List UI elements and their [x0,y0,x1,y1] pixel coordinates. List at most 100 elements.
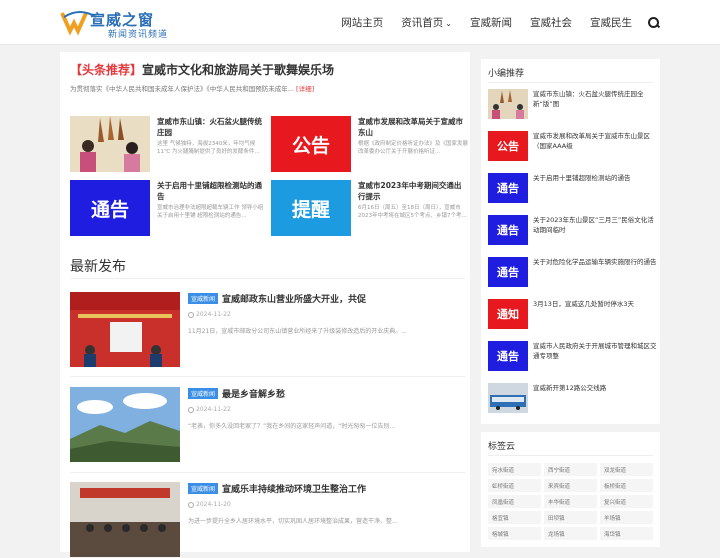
sidebar-item-text: 宣威市东山镇：火石盆火腿传统庄园全新“版”图 [533,90,644,108]
nav-home[interactable]: 网站主页 [341,15,383,30]
nav-news-home-label: 资讯首页 [401,17,444,29]
card-item[interactable]: 提醒 宣威市2023年中考期间交通出行提示 6月16日（周五）至18日（周日），… [271,180,468,238]
tag-item[interactable]: 复兴街道 [600,495,653,508]
tag-cloud: 标签云 宛水街道 西宁街道 双龙街道 虹桥街道 来宾街道 板桥街道 凤凰街道 丰… [481,432,660,547]
card-item[interactable]: 公告 宣威市发展和改革局关于宣威市东山 根据《政府制定价格听证办法》及《国家发展… [271,116,469,174]
search-icon[interactable] [648,16,660,29]
post-title[interactable]: 宣威邮政东山营业所盛大开业，共促 [222,292,366,305]
tag-item[interactable]: 丰华街道 [544,495,597,508]
sidebar-item[interactable]: 通知 3月13日，宣威这几处暂时停水3天 [488,299,658,331]
category-badge[interactable]: 宣威新闻 [188,388,219,399]
card-title[interactable]: 宣威市发展和改革局关于宣威市东山 [358,116,468,138]
card-thumb[interactable]: 公告 [271,116,351,172]
ham-photo [70,116,150,172]
sidebar-item[interactable]: 通告 宣威市人民政府关于开展城市管理和城区交通专项整 [488,341,658,373]
sidebar-thumb[interactable]: 通告 [488,257,528,287]
headline-more-link[interactable]: [详细] [296,85,314,93]
sidebar-thumb[interactable] [488,89,528,119]
sidebar-thumb[interactable]: 通告 [488,341,528,371]
tag-item[interactable]: 双龙街道 [600,463,653,476]
chevron-down-icon: ⌄ [445,19,452,28]
sidebar-title: 小编推荐 [488,69,525,79]
headline-title[interactable]: 【头条推荐】宣威市文化和旅游局关于歌舞娱乐场 [70,61,334,78]
card-thumb[interactable]: 提醒 [271,180,351,236]
tag-item[interactable]: 龙场镇 [544,527,597,540]
divider [70,472,465,473]
card-item[interactable]: 通告 关于启用十里铺超限检测站的通告 宣威市治理非法超限超载车辆工作 领导小组关… [70,180,265,238]
tag-item[interactable]: 西宁街道 [544,463,597,476]
headline-text: 宣威市文化和旅游局关于歌舞娱乐场 [142,63,335,77]
headline-desc-text: 为贯彻落实《中华人民共和国未成年人保护法》《中华人民共和国预防未成年... [70,85,294,93]
card-thumb[interactable]: 通告 [70,180,150,236]
divider [70,376,465,377]
tag-item[interactable]: 格宜镇 [488,511,541,524]
sidebar-thumb[interactable]: 通告 [488,173,528,203]
sidebar-item-text: 关于对危险化学品运输车辆实施限行的通告 [533,258,657,266]
nav-xuanwei-livelihood[interactable]: 宣威民生 [590,15,632,30]
clock-icon [188,311,194,318]
brand-tagline: 新闻资讯频道 [108,30,169,40]
sidebar-thumb[interactable]: 通告 [488,215,528,245]
post-item[interactable]: 宣威新闻 宣威邮政东山营业所盛大开业，共促 2024-11-22 11月21日，… [70,292,470,368]
sidebar-item-text: 宣威市人民政府关于开展城市管理和城区交通专项整 [533,342,657,360]
headline-desc: 为贯彻落实《中华人民共和国未成年人保护法》《中华人民共和国预防未成年... [详… [70,83,465,93]
post-excerpt: 为进一步提升全乡人居环境水平，切实巩固人居环境整治成果，营造干净、整... [188,518,398,525]
post-date: 2024-11-22 [188,406,231,413]
post-title[interactable]: 最是乡音解乡愁 [222,387,285,400]
headline-tag: 【头条推荐】 [70,63,143,77]
divider [70,278,465,279]
post-item[interactable]: 宣威新闻 宣威乐丰持续推动环境卫生整治工作 2024-11-20 为进一步提升全… [70,482,470,558]
nav-news-home[interactable]: 资讯首页 ⌄ [401,15,452,30]
clock-icon [188,501,194,508]
post-excerpt: 11月21日，宣威市邮政分公司东山镇营业所经来了升级装修改造后的开业庆典。... [188,328,407,335]
clock-icon [188,406,194,413]
post-image[interactable] [70,292,180,367]
latest-section-title: 最新发布 [70,259,126,275]
tag-item[interactable]: 榕城镇 [488,527,541,540]
card-title[interactable]: 宣威市东山镇：火石盆火腿传统庄园 [157,116,267,138]
nav-xuanwei-society[interactable]: 宣威社会 [530,15,572,30]
sidebar-item[interactable]: 通告 关于对危险化学品运输车辆实施限行的通告 [488,257,658,289]
sidebar-item[interactable]: 宣威市东山镇：火石盆火腿传统庄园全新“版”图 [488,89,658,121]
main-nav: 网站主页 资讯首页 ⌄ 宣威新闻 宣威社会 宣威民生 [323,0,660,45]
tag-item[interactable]: 羊场镇 [600,511,653,524]
sidebar-thumb[interactable]: 通知 [488,299,528,329]
post-date-text: 2024-11-22 [196,406,231,413]
post-image[interactable] [70,387,180,462]
card-desc: 根据《政府制定价格听证办法》及《国家发展改革委办公厅关于开展价格听证... [358,141,469,155]
top-header: 宣威之窗 新闻资讯频道 网站主页 资讯首页 ⌄ 宣威新闻 宣威社会 宣威民生 [0,0,720,45]
sidebar-item[interactable]: 宣威新开第12路公交线路 [488,383,658,415]
card-thumb[interactable] [70,116,150,172]
card-title[interactable]: 关于启用十里铺超限检测站的通告 [157,180,267,202]
post-image[interactable] [70,482,180,557]
post-title[interactable]: 宣威乐丰持续推动环境卫生整治工作 [222,482,366,495]
card-desc: 宣威市治理非法超限超载车辆工作 领导小组关于启用十里铺 超限检测站的通告... [157,205,264,219]
post-date-text: 2024-11-22 [196,311,231,318]
nav-xuanwei-news[interactable]: 宣威新闻 [470,15,512,30]
tag-item[interactable]: 虹桥街道 [488,479,541,492]
sidebar-item[interactable]: 公告 宣威市发展和改革局关于宣威市东山景区（国家AAA级 [488,131,658,163]
card-desc: 这里 气候独特，海拔2340米，年均气候11℃ 为火腿腌制提供了良好的发酵条件.… [157,141,260,155]
post-date: 2024-11-20 [188,501,231,508]
card-title[interactable]: 宣威市2023年中考期间交通出行提示 [358,180,468,202]
tag-item[interactable]: 凤凰街道 [488,495,541,508]
main-column: 【头条推荐】宣威市文化和旅游局关于歌舞娱乐场 为贯彻落实《中华人民共和国未成年人… [60,52,470,557]
divider [488,82,653,83]
post-excerpt: “老表，你多久没回老家了？”我在乡间的这家轻声问道，“时光匆匆一位告别... [188,423,396,430]
sidebar-item[interactable]: 通告 关于2023年东山景区“三月三”民俗文化活动期间临时 [488,215,658,247]
post-item[interactable]: 宣威新闻 最是乡音解乡愁 2024-11-22 “老表，你多久没回老家了？”我在… [70,387,470,463]
tag-item[interactable]: 宛水街道 [488,463,541,476]
card-item[interactable]: 宣威市东山镇：火石盆火腿传统庄园 这里 气候独特，海拔2340米，年均气候11℃… [70,116,265,174]
site-logo[interactable]: 宣威之窗 新闻资讯频道 [60,7,170,40]
tag-item[interactable]: 板桥街道 [600,479,653,492]
category-badge[interactable]: 宣威新闻 [188,293,219,304]
sidebar-item-text: 关于2023年东山景区“三月三”民俗文化活动期间临时 [533,216,654,234]
sidebar-thumb[interactable] [488,383,528,413]
tag-item[interactable]: 海岱镇 [600,527,653,540]
card-desc: 6月16日（周五）至18日（周日），宣威市2023年中考将在城区5个考点、乡镇7… [358,205,467,219]
category-badge[interactable]: 宣威新闻 [188,483,219,494]
sidebar-thumb[interactable]: 公告 [488,131,528,161]
tag-item[interactable]: 来宾街道 [544,479,597,492]
tag-item[interactable]: 田坝镇 [544,511,597,524]
sidebar-item[interactable]: 通告 关于启用十里铺超限检测站的通告 [488,173,658,205]
